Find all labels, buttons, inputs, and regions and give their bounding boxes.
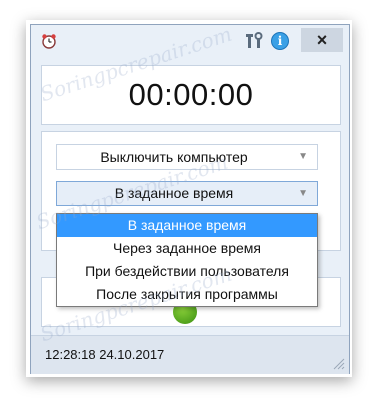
info-button[interactable]: i (271, 32, 289, 50)
action-select-value: Выключить компьютер (100, 149, 248, 165)
dropdown-option[interactable]: В заданное время (57, 214, 317, 237)
chevron-down-icon: ▼ (298, 188, 308, 199)
mode-dropdown-list: В заданное время Через заданное время Пр… (56, 213, 318, 307)
info-icon: i (277, 34, 283, 48)
dropdown-option[interactable]: После закрытия программы (57, 283, 317, 306)
chevron-down-icon: ▼ (298, 151, 308, 162)
action-select[interactable]: Выключить компьютер ▼ (56, 144, 318, 170)
tools-icon[interactable] (245, 32, 265, 50)
mode-select-value: В заданное время (114, 185, 234, 201)
close-icon: × (316, 30, 328, 50)
mode-select[interactable]: В заданное время ▼ (56, 181, 318, 206)
alarm-clock-icon (42, 34, 56, 49)
dropdown-option[interactable]: При бездействии пользователя (57, 260, 317, 283)
timer-display: 00:00:00 (41, 65, 341, 125)
resize-grip-icon[interactable] (331, 356, 345, 370)
status-bar: 12:28:18 24.10.2017 (31, 335, 349, 374)
dropdown-option[interactable]: Через заданное время (57, 237, 317, 260)
timer-value: 00:00:00 (128, 77, 254, 112)
title-bar[interactable]: i × (31, 25, 349, 57)
status-datetime: 12:28:18 24.10.2017 (45, 347, 165, 362)
close-button[interactable]: × (301, 28, 343, 52)
